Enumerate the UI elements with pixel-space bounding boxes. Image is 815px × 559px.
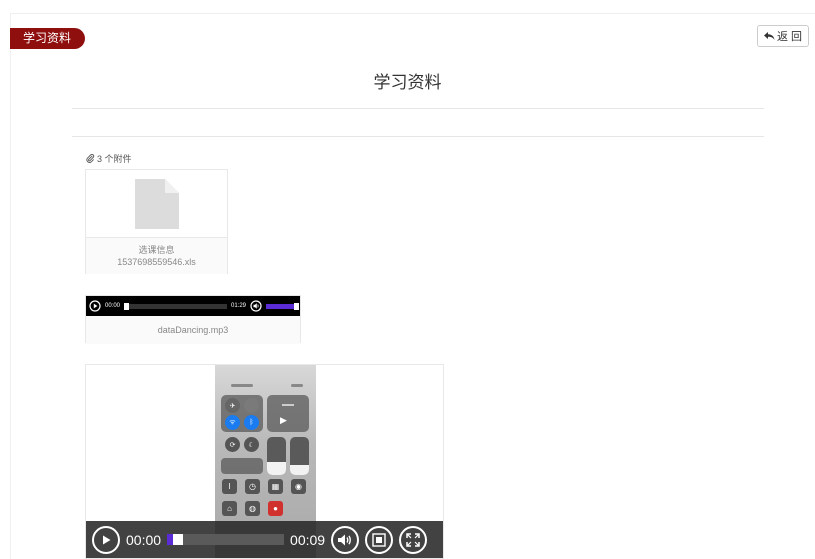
timer-icon: ◷ — [245, 479, 260, 494]
record-icon: ◍ — [245, 501, 260, 516]
audio-duration: 01:29 — [230, 303, 246, 309]
video-duration: 00:09 — [290, 531, 326, 548]
audio-file-name: dataDancing.mp3 — [86, 316, 300, 344]
bluetooth-icon: ᛒ — [244, 415, 259, 430]
video-progress-knob[interactable] — [173, 534, 184, 545]
video-volume-button[interactable] — [331, 525, 360, 554]
back-button[interactable]: 返 回 — [757, 25, 809, 47]
volume-icon — [338, 534, 352, 545]
file-thumbnail — [86, 170, 227, 238]
calculator-icon: ▦ — [268, 479, 283, 494]
wifi-icon: ᯤ — [225, 415, 240, 430]
video-controls: 00:00 00:09 — [86, 521, 443, 558]
audio-player: 00:00 01:29 — [86, 296, 300, 316]
brightness-slider — [267, 437, 286, 475]
page-title: 学习资料 — [373, 73, 442, 92]
reply-arrow-icon — [763, 32, 775, 40]
attachment-count: 3 个附件 — [86, 152, 132, 165]
audio-progress-bar[interactable] — [124, 302, 227, 310]
moon-icon: ☾ — [244, 437, 259, 452]
status-bar-right — [291, 384, 303, 387]
audio-current-time: 00:00 — [105, 303, 121, 309]
music-play-icon: ▶ — [280, 415, 287, 425]
divider — [72, 136, 764, 137]
play-icon[interactable] — [89, 300, 101, 312]
do-not-disturb-icon: ● — [268, 501, 283, 516]
video-current-time: 00:00 — [126, 531, 162, 548]
document-icon — [134, 178, 179, 229]
volume-slider — [290, 437, 309, 475]
camera-icon: ◉ — [291, 479, 306, 494]
paperclip-icon — [86, 154, 95, 163]
divider — [72, 108, 764, 109]
status-bar-left — [231, 384, 253, 387]
flashlight-icon: ǀ — [222, 479, 237, 494]
cellular-icon — [244, 398, 259, 413]
video-fit-button[interactable] — [365, 525, 394, 554]
audio-volume-bar[interactable] — [266, 302, 299, 310]
volume-icon[interactable] — [250, 300, 262, 312]
video-progress-bar[interactable] — [167, 534, 285, 545]
audio-progress-knob[interactable] — [124, 302, 130, 310]
video-play-button[interactable] — [92, 525, 120, 554]
fit-screen-icon — [372, 532, 386, 547]
play-icon — [103, 535, 111, 544]
back-button-label: 返 回 — [776, 31, 803, 43]
screen-mirroring-button — [221, 458, 263, 474]
file-attachment[interactable]: 选课信息 1537698559546.xls — [85, 169, 228, 274]
airplane-icon: ✈ — [225, 398, 240, 413]
file-name-line2: 1537698559546.xls — [117, 257, 196, 267]
rotation-lock-icon: ⟳ — [225, 437, 240, 452]
fullscreen-icon — [406, 532, 420, 547]
audio-volume-knob[interactable] — [294, 302, 299, 310]
home-icon: ⌂ — [222, 501, 237, 516]
file-name: 选课信息 1537698559546.xls — [86, 238, 227, 274]
music-panel — [267, 395, 309, 432]
attachment-count-label: 3 个附件 — [97, 154, 132, 164]
file-name-line1: 选课信息 — [138, 245, 175, 255]
music-title-bar — [282, 404, 294, 406]
section-tag: 学习资料 — [10, 28, 85, 49]
audio-attachment: 00:00 01:29 dataDancing.mp3 — [85, 295, 301, 344]
video-fullscreen-button[interactable] — [399, 525, 428, 554]
video-attachment: ✈ ᯤ ᛒ ▶ ⟳ ☾ ǀ ◷ ▦ ◉ ⌂ ◍ ● 00:00 00:09 — [85, 364, 444, 559]
